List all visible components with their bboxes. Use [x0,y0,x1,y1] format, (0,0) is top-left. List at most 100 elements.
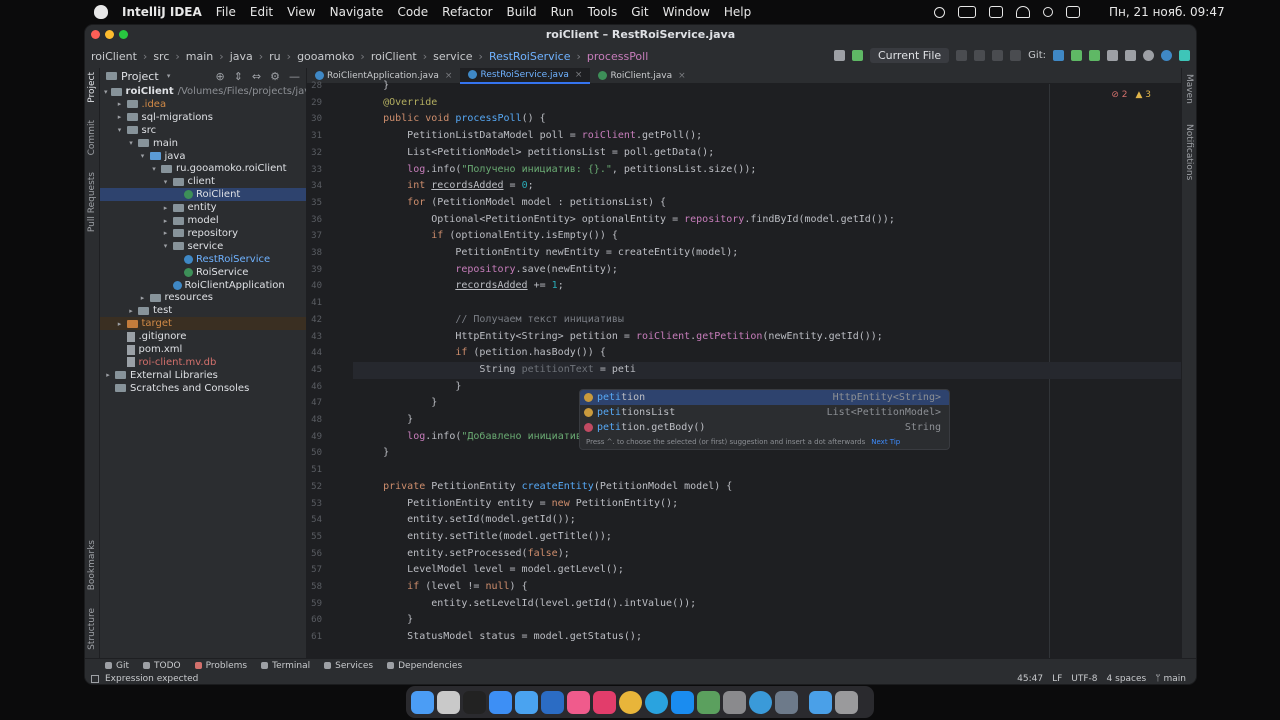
project-tree-item[interactable]: ▸ test [100,304,306,317]
run-config-dropdown[interactable]: Current File [869,48,950,63]
chevron-down-icon[interactable]: ▾ [162,242,170,250]
run-icon[interactable] [956,50,968,61]
menu-navigate[interactable]: Navigate [330,5,384,19]
chevron-right-icon[interactable]: ▸ [139,294,147,302]
menu-tools[interactable]: Tools [588,5,618,19]
record-icon[interactable] [934,6,945,18]
collapse-all-icon[interactable]: ⇔ [252,70,261,83]
status-toggle-icon[interactable] [91,675,99,683]
tool-dependencies[interactable]: Dependencies [387,661,462,671]
launchpad-icon[interactable] [437,690,460,714]
gear-icon[interactable]: ⚙ [270,70,280,83]
breadcrumb-method[interactable]: processPoll [587,50,648,63]
project-tree-item[interactable]: .gitignore [100,330,306,343]
sourcetree-icon[interactable] [541,690,564,714]
mail-icon[interactable] [515,690,538,714]
search-everywhere-icon[interactable] [1143,50,1154,61]
network-icon[interactable] [749,690,772,714]
chevron-right-icon[interactable]: ▸ [104,371,112,379]
downloads-folder-icon[interactable] [809,690,832,714]
breadcrumb-item[interactable]: main [186,50,213,63]
project-tree-item[interactable]: ▾ service [100,240,306,253]
project-tree-item[interactable]: RoiService [100,266,306,279]
next-tip-link[interactable]: Next Tip [871,438,900,446]
project-tree-item[interactable]: ▸ model [100,214,306,227]
code-editor[interactable]: } @Override public void processPoll() { … [353,80,1183,658]
project-tree-item[interactable]: ▸ repository [100,227,306,240]
breadcrumb-item[interactable]: gooamoko [297,50,354,63]
jetbrains-toolbox-icon[interactable] [593,690,616,714]
telegram-icon[interactable] [645,690,668,714]
breadcrumb-item[interactable]: java [230,50,253,63]
tool-services[interactable]: Services [324,661,373,671]
close-window-button[interactable] [91,30,100,39]
tool-project[interactable]: Project [87,72,97,103]
project-tree-item[interactable]: pom.xml [100,343,306,356]
chrome-icon[interactable] [619,690,642,714]
project-tree-item[interactable]: ▸ .idea [100,98,306,111]
user-icon[interactable] [833,50,845,61]
project-tree-item[interactable]: RoiClient [100,188,306,202]
debug-icon[interactable] [974,50,986,61]
line-separator[interactable]: LF [1052,674,1062,684]
breadcrumb-item[interactable]: roiClient [91,50,137,63]
tool-todo[interactable]: TODO [143,661,181,671]
menu-code[interactable]: Code [397,5,428,19]
search-icon[interactable] [1043,7,1053,17]
control-center-icon[interactable] [1066,6,1080,18]
trash-icon[interactable] [835,690,858,714]
expand-all-icon[interactable]: ⇕ [234,70,243,83]
close-icon[interactable]: × [575,70,583,80]
menu-view[interactable]: View [287,5,315,19]
tool-bookmarks[interactable]: Bookmarks [87,540,97,590]
project-tree-item[interactable]: ▾ roiClient/Volumes/Files/projects/java/r [100,85,306,98]
chevron-right-icon[interactable]: ▸ [116,113,124,121]
keyboard-layout-icon[interactable] [989,6,1003,18]
git-commit-icon[interactable] [1071,50,1082,61]
tool-git[interactable]: Git [105,661,129,671]
file-encoding[interactable]: UTF-8 [1071,674,1097,684]
apple-icon[interactable] [94,5,108,19]
chevron-down-icon[interactable]: ▾ [150,165,158,173]
chevron-down-icon[interactable]: ▾ [162,178,170,186]
project-tree-item[interactable]: ▾ main [100,137,306,150]
build-hammer-icon[interactable] [851,50,863,61]
menu-run[interactable]: Run [551,5,574,19]
project-tree-item[interactable]: Scratches and Consoles [100,382,306,395]
project-tree-item[interactable]: ▸ External Libraries [100,369,306,382]
menu-window[interactable]: Window [663,5,710,19]
completion-item[interactable]: peti tion HttpEntity<String> [580,390,949,405]
stacks-icon[interactable] [697,690,720,714]
git-update-icon[interactable] [1053,50,1064,61]
history-icon[interactable] [1107,50,1118,61]
chevron-down-icon[interactable]: ▾ [116,126,124,134]
menu-file[interactable]: File [216,5,236,19]
stop-icon[interactable] [1010,50,1022,61]
menu-build[interactable]: Build [507,5,537,19]
chevron-down-icon[interactable]: ▾ [139,152,147,160]
battery-icon[interactable] [958,6,976,18]
wifi-icon[interactable] [1016,6,1030,18]
tool-structure[interactable]: Structure [87,608,97,650]
menu-help[interactable]: Help [724,5,751,19]
chevron-right-icon[interactable]: ▸ [127,307,135,315]
project-tree-item[interactable]: ▾ ru.gooamoko.roiClient [100,162,306,175]
menu-app-name[interactable]: IntelliJ IDEA [122,5,202,19]
system-settings-icon[interactable] [723,690,746,714]
breadcrumb-item[interactable]: roiClient [371,50,417,63]
project-tree-item[interactable]: ▾ java [100,150,306,163]
ide-update-icon[interactable] [1161,50,1172,61]
app-store-icon[interactable] [671,690,694,714]
chevron-down-icon[interactable]: ▾ [104,88,108,96]
tool-commit[interactable]: Commit [87,120,97,155]
breadcrumb-class[interactable]: RestRoiService [489,50,571,63]
completion-item[interactable]: peti tionsList List<PetitionModel> [580,405,949,420]
chevron-right-icon[interactable]: ▸ [162,217,170,225]
project-tree-item[interactable]: RoiClientApplication [100,279,306,292]
project-tree-item[interactable]: roi-client.mv.db [100,356,306,369]
locate-file-icon[interactable]: ⊕ [215,70,224,83]
tool-terminal[interactable]: Terminal [261,661,310,671]
project-tree-item[interactable]: ▾ src [100,124,306,137]
tab-roiclient[interactable]: RoiClient.java × [590,68,693,84]
menu-refactor[interactable]: Refactor [442,5,492,19]
